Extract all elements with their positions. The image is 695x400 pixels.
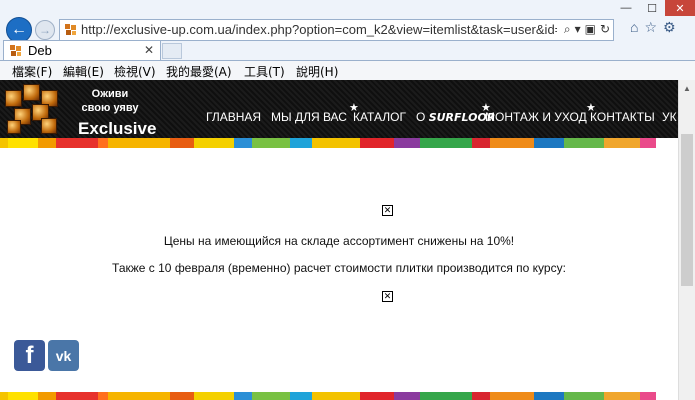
site-favicon-icon: [65, 24, 76, 35]
nav-more[interactable]: УК: [662, 110, 677, 124]
home-icon[interactable]: ⌂: [630, 19, 638, 36]
browser-chrome: ← → http://exclusive-up.com.ua/index.php…: [0, 0, 695, 80]
search-icon[interactable]: ⌕: [564, 22, 571, 37]
discount-notice: Цены на имеющийся на складе ассортимент …: [163, 234, 515, 248]
favorites-star-icon[interactable]: ☆: [644, 19, 657, 36]
close-window-button[interactable]: ✕: [665, 0, 695, 16]
vertical-scrollbar[interactable]: ▲: [678, 80, 695, 400]
color-stripe-bottom: [0, 392, 678, 400]
browser-tab[interactable]: Deb ✕: [3, 40, 161, 61]
tab-close-icon[interactable]: ✕: [144, 43, 154, 57]
nav-catalog[interactable]: КАТАЛОГ: [353, 110, 406, 124]
url-text[interactable]: http://exclusive-up.com.ua/index.php?opt…: [81, 22, 557, 37]
scroll-thumb[interactable]: [681, 134, 693, 286]
nav-for-you[interactable]: МЫ ДЛЯ ВАС: [271, 110, 347, 124]
logo-icon[interactable]: [5, 82, 65, 137]
scroll-up-icon[interactable]: ▲: [679, 80, 695, 96]
menu-bar: 檔案(F) 編輯(E) 檢視(V) 我的最愛(A) 工具(T) 說明(H): [0, 60, 695, 80]
facebook-icon[interactable]: f: [14, 340, 45, 371]
color-stripe-top: [0, 138, 678, 148]
menu-tools[interactable]: 工具(T): [244, 63, 285, 80]
menu-file[interactable]: 檔案(F): [12, 63, 52, 80]
tab-row: Deb ✕: [0, 40, 695, 61]
nav-home[interactable]: ГЛАВНАЯ: [206, 110, 261, 124]
menu-view[interactable]: 檢視(V): [114, 63, 156, 80]
site-header: Оживи свою уяву Exclusive ГЛАВНАЯ МЫ ДЛЯ…: [0, 80, 678, 138]
minimize-button[interactable]: —: [613, 0, 639, 16]
exchange-rate-notice: Также с 10 февраля (временно) расчет сто…: [112, 261, 566, 275]
site-slogan: Оживи свою уяву: [81, 88, 139, 114]
address-row: ← → http://exclusive-up.com.ua/index.php…: [0, 0, 695, 43]
nav-installation[interactable]: МОНТАЖ И УХОД: [485, 110, 587, 124]
page-viewport: Оживи свою уяву Exclusive ГЛАВНАЯ МЫ ДЛЯ…: [0, 80, 678, 400]
address-bar[interactable]: http://exclusive-up.com.ua/index.php?opt…: [59, 19, 614, 41]
settings-gear-icon[interactable]: ⚙: [663, 19, 676, 36]
nav-contacts[interactable]: КОНТАКТЫ: [590, 110, 655, 124]
refresh-icon[interactable]: ↻: [600, 22, 610, 37]
menu-edit[interactable]: 編輯(E): [63, 63, 104, 80]
menu-help[interactable]: 說明(H): [296, 63, 338, 80]
forward-button[interactable]: →: [35, 20, 55, 40]
tab-title: Deb: [28, 43, 52, 58]
dropdown-icon[interactable]: ▾: [575, 22, 581, 37]
vk-icon[interactable]: vk: [48, 340, 79, 371]
site-brand: Exclusive: [78, 119, 157, 138]
tab-favicon-icon: [10, 45, 21, 56]
broken-image-icon: ✕: [382, 291, 393, 302]
new-tab-button[interactable]: [162, 43, 182, 59]
maximize-button[interactable]: ☐: [639, 0, 665, 16]
lock-icon[interactable]: ▣: [585, 22, 596, 37]
menu-favorites[interactable]: 我的最愛(A): [166, 63, 232, 80]
broken-image-icon: ✕: [382, 205, 393, 216]
